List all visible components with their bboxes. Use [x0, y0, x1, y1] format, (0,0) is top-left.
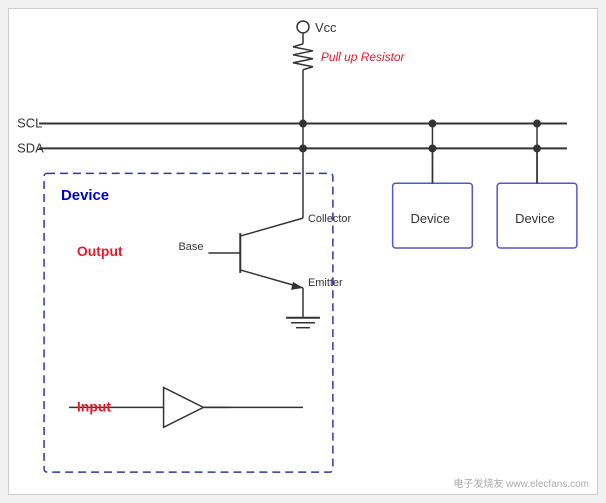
pull-up-resistor-label: Pull up Resistor	[321, 50, 406, 64]
scl-label: SCL	[17, 116, 42, 131]
input-label: Input	[77, 398, 111, 414]
main-device-label: Device	[61, 187, 109, 204]
main-device-box	[44, 173, 333, 472]
output-label: Output	[77, 243, 123, 259]
vcc-label: Vcc	[315, 20, 337, 35]
watermark: 电子发烧友 www.elecfans.com	[453, 475, 589, 490]
sda-label: SDA	[17, 140, 44, 155]
device2-label: Device	[515, 211, 555, 226]
collector-label: Collector	[308, 213, 352, 225]
device1-label: Device	[411, 211, 451, 226]
base-label: Base	[179, 241, 204, 253]
vcc-symbol	[297, 21, 309, 33]
emitter-label: Emitter	[308, 277, 343, 289]
diagram-container: Vcc Pull up Resistor SCL SDA	[8, 8, 598, 495]
